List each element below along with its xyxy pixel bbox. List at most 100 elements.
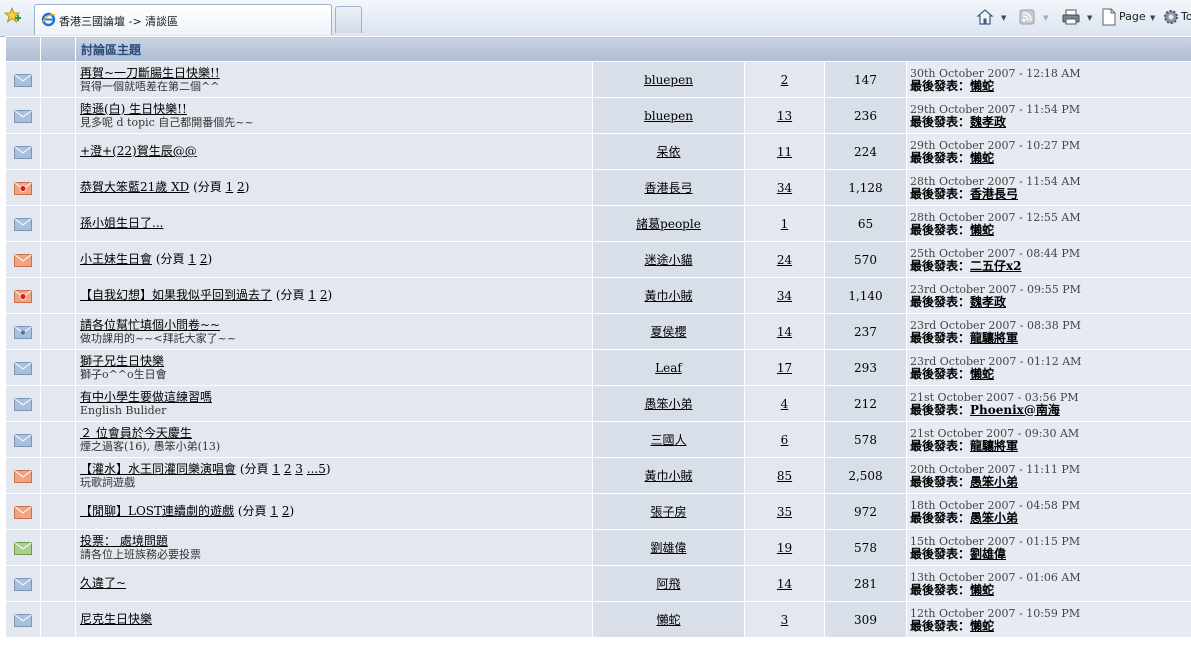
topic-title-link[interactable]: 【灌水】水王同灌同樂演唱會 xyxy=(80,462,236,476)
topic-author-link[interactable]: 諸葛people xyxy=(636,217,701,231)
topic-title-link[interactable]: 陸遜(白) 生日快樂!! xyxy=(80,102,187,116)
last-post-user-link[interactable]: 懶蛇 xyxy=(970,223,994,237)
last-post-user-link[interactable]: 香港長弓 xyxy=(970,187,1018,201)
topic-title-link[interactable]: 【自我幻想】如果我似乎回到過去了 xyxy=(80,288,272,302)
topic-author-link[interactable]: 黃巾小賊 xyxy=(644,469,692,483)
browser-tab-active[interactable]: 香港三國論壇 -> 清談區 xyxy=(34,4,332,35)
last-post-user-link[interactable]: Phoenix@南海 xyxy=(970,403,1060,417)
page-icon[interactable] xyxy=(1101,8,1117,26)
last-post-user-link[interactable]: 魏孝政 xyxy=(970,115,1006,129)
topic-replies-link[interactable]: 24 xyxy=(777,253,792,267)
topic-author-link[interactable]: 劉雄偉 xyxy=(650,541,686,555)
topic-author-link[interactable]: 呆依 xyxy=(656,145,680,159)
feed-dropdown-chevron-icon[interactable]: ▼ xyxy=(1043,14,1048,22)
topic-replies-link[interactable]: 11 xyxy=(777,145,792,159)
last-post-user-link[interactable]: 懶蛇 xyxy=(970,583,994,597)
topic-replies-link[interactable]: 6 xyxy=(781,433,789,447)
last-post-user-link[interactable]: 懶蛇 xyxy=(970,367,994,381)
page-menu-button[interactable]: Page xyxy=(1119,10,1146,23)
topic-author-link[interactable]: 張子房 xyxy=(650,505,686,519)
topic-page-link[interactable]: ...5 xyxy=(307,462,326,476)
last-post-user-link[interactable]: 二五仔x2 xyxy=(970,259,1022,273)
last-post-user-link[interactable]: 懶蛇 xyxy=(970,151,994,165)
last-post-user-link[interactable]: 愚笨小弟 xyxy=(970,511,1018,525)
topic-title-link[interactable]: 投票： 處境問題 xyxy=(80,534,168,548)
topic-author-link[interactable]: 三國人 xyxy=(650,433,686,447)
last-post-user-link[interactable]: 魏孝政 xyxy=(970,295,1006,309)
topic-replies-link[interactable]: 1 xyxy=(781,217,789,231)
topic-title-link[interactable]: +澄+(22)賀生辰@@ xyxy=(80,144,197,158)
topic-status-cell xyxy=(5,205,41,242)
last-post-label: 最後發表： xyxy=(910,366,971,381)
topic-author-cell: 懶蛇 xyxy=(592,601,745,638)
topic-last-post-cell: 15th October 2007 - 01:15 PM 最後發表：劉雄偉 xyxy=(906,529,1191,566)
topic-replies-link[interactable]: 34 xyxy=(777,289,792,303)
topic-title-link[interactable]: 再賀~一刀斷腸生日快樂!! xyxy=(80,66,220,80)
topic-replies-link[interactable]: 19 xyxy=(777,541,792,555)
print-dropdown-chevron-icon[interactable]: ▼ xyxy=(1087,14,1092,22)
topic-status-cell xyxy=(5,313,41,350)
topic-author-link[interactable]: 懶蛇 xyxy=(656,613,680,627)
topic-replies-link[interactable]: 3 xyxy=(781,613,789,627)
topic-views: 578 xyxy=(824,529,907,566)
page-dropdown-chevron-icon[interactable]: ▼ xyxy=(1150,14,1155,22)
topic-page-link[interactable]: 1 xyxy=(270,504,278,518)
topic-replies-cell: 19 xyxy=(744,529,825,566)
topic-title-link[interactable]: 小王妹生日會 xyxy=(80,252,152,266)
topic-author-link[interactable]: bluepen xyxy=(644,73,693,87)
topic-title-link[interactable]: 請各位幫忙填個小問卷~~ xyxy=(80,318,220,332)
topic-author-link[interactable]: 夏侯櫻 xyxy=(650,325,686,339)
topic-replies-link[interactable]: 17 xyxy=(777,361,792,375)
topic-title-link[interactable]: 尼克生日快樂 xyxy=(80,612,152,626)
topic-views: 147 xyxy=(824,61,907,98)
topic-replies-link[interactable]: 35 xyxy=(777,505,792,519)
topic-replies-cell: 85 xyxy=(744,457,825,494)
topic-title-link[interactable]: 恭賀大笨藍21歲 XD xyxy=(80,180,189,194)
topic-title-link[interactable]: 【閒聊】LOST連續劇的遊戲 xyxy=(80,504,234,518)
tools-menu-button[interactable]: To xyxy=(1181,10,1191,23)
rss-feed-icon[interactable] xyxy=(1018,8,1036,26)
topic-blank-cell xyxy=(40,493,76,530)
topic-author-link[interactable]: 阿飛 xyxy=(656,577,680,591)
topic-replies-cell: 24 xyxy=(744,241,825,278)
add-favorites-star-icon[interactable] xyxy=(3,6,22,25)
topic-page-link[interactable]: 1 xyxy=(272,462,280,476)
topic-page-link[interactable]: 1 xyxy=(188,252,196,266)
home-dropdown-chevron-icon[interactable]: ▼ xyxy=(1001,14,1006,22)
home-icon[interactable] xyxy=(976,8,994,26)
topic-author-link[interactable]: 香港長弓 xyxy=(644,181,692,195)
topic-page-link[interactable]: 2 xyxy=(284,462,292,476)
last-post-user-link[interactable]: 懶蛇 xyxy=(970,79,994,93)
topic-title-link[interactable]: 獅子兄生日快樂 xyxy=(80,354,164,368)
topic-replies-link[interactable]: 85 xyxy=(777,469,792,483)
topic-title-link[interactable]: ２ 位會員於今天慶生 xyxy=(80,426,192,440)
topic-page-link[interactable]: 2 xyxy=(237,180,245,194)
topic-title-link[interactable]: 孫小姐生日了... xyxy=(80,216,163,230)
topic-author-link[interactable]: 黃巾小賊 xyxy=(644,289,692,303)
topic-author-link[interactable]: 迷途小貓 xyxy=(644,253,692,267)
topic-replies-link[interactable]: 13 xyxy=(777,109,792,123)
topic-replies-link[interactable]: 14 xyxy=(777,325,792,339)
last-post-user-link[interactable]: 劉雄偉 xyxy=(970,547,1006,561)
print-icon[interactable] xyxy=(1061,8,1081,26)
topic-status-cell xyxy=(5,169,41,206)
topic-replies-link[interactable]: 34 xyxy=(777,181,792,195)
topic-replies-link[interactable]: 4 xyxy=(781,397,789,411)
topic-cell: +澄+(22)賀生辰@@ xyxy=(75,133,593,170)
last-post-user-link[interactable]: 龍驤將軍 xyxy=(970,439,1018,453)
last-post-user-link[interactable]: 龍驤將軍 xyxy=(970,331,1018,345)
last-post-user-link[interactable]: 懶蛇 xyxy=(970,619,994,633)
topic-replies-link[interactable]: 2 xyxy=(781,73,789,87)
topic-replies-link[interactable]: 14 xyxy=(777,577,792,591)
topic-author-link[interactable]: 愚笨小弟 xyxy=(644,397,692,411)
topic-author-link[interactable]: bluepen xyxy=(644,109,693,123)
new-tab-button[interactable] xyxy=(335,6,362,33)
topic-title-link[interactable]: 有中小學生要做這練習嗎 xyxy=(80,390,212,404)
topic-page-link[interactable]: 1 xyxy=(308,288,316,302)
topic-page-link[interactable]: 1 xyxy=(226,180,234,194)
topic-author-link[interactable]: Leaf xyxy=(655,361,682,375)
tools-gear-icon[interactable] xyxy=(1162,8,1180,26)
topic-title-link[interactable]: 久違了~ xyxy=(80,576,126,590)
topic-page-link[interactable]: 3 xyxy=(295,462,303,476)
last-post-user-link[interactable]: 愚笨小弟 xyxy=(970,475,1018,489)
